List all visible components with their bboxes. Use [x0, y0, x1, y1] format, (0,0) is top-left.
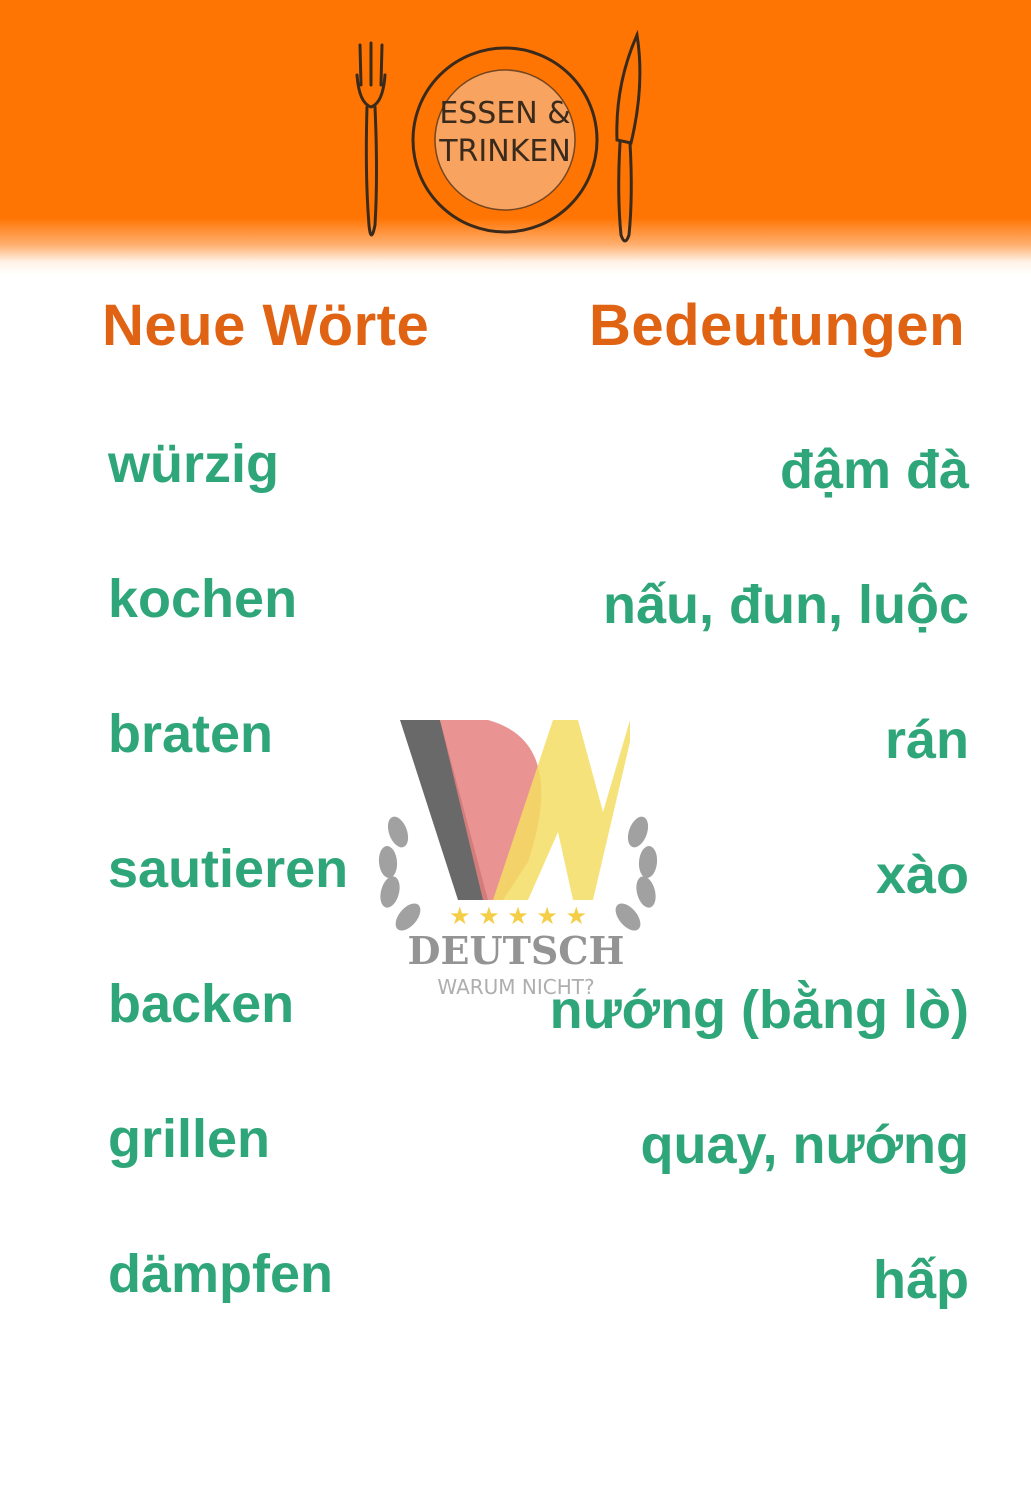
svg-text:★ ★ ★ ★ ★: ★ ★ ★ ★ ★ — [449, 902, 587, 930]
watermark-logo: ★ ★ ★ ★ ★ DEUTSCH WARUM NICHT? — [378, 720, 658, 999]
word-vietnamese: nấu, đun, luộc — [603, 575, 969, 635]
word-german: sautieren — [108, 839, 349, 899]
knife-icon — [615, 29, 642, 243]
word-vietnamese: rán — [884, 710, 969, 770]
watermark-line1: DEUTSCH — [408, 928, 625, 973]
word-vietnamese: đậm đà — [779, 440, 969, 500]
word-vietnamese: xào — [875, 845, 969, 905]
word-german: würzig — [108, 434, 279, 494]
word-german: braten — [108, 704, 274, 764]
word-vietnamese: nướng (bằng lò) — [549, 980, 969, 1040]
logo-line1: ESSEN & — [439, 96, 570, 131]
header-banner: ESSEN & TRINKEN — [0, 0, 1031, 275]
word-german: dämpfen — [108, 1244, 334, 1304]
word-vietnamese: quay, nướng — [640, 1115, 969, 1175]
fork-icon — [355, 41, 387, 237]
word-german: kochen — [108, 569, 298, 629]
plate-cutlery-logo: ESSEN & TRINKEN — [355, 29, 642, 243]
word-vietnamese: hấp — [872, 1250, 969, 1310]
word-german: backen — [108, 974, 295, 1034]
stars-icon: ★ ★ ★ ★ ★ — [449, 902, 587, 930]
column-title-new-words: Neue Wörte — [102, 293, 430, 358]
logo-line2: TRINKEN — [438, 134, 571, 169]
column-title-meanings: Bedeutungen — [588, 293, 965, 358]
word-german: grillen — [108, 1109, 271, 1169]
dw-letters-icon — [400, 720, 630, 900]
